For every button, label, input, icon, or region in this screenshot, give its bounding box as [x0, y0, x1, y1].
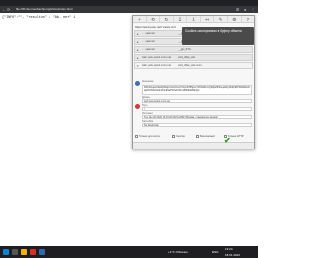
page-json-text: {"INFO":"", "resultus" : "Ab. нет" 1 — [2, 16, 76, 20]
expand-icon[interactable]: ▸ — [137, 39, 139, 45]
checkmark-icon[interactable]: ✔ — [224, 137, 231, 145]
screen: ← ⟳ file:///D:/lemmerbachpurp/photo/inde… — [0, 0, 258, 258]
app-icon[interactable] — [39, 249, 45, 255]
path-field[interactable]: / — [142, 107, 252, 111]
add-icon[interactable]: + — [133, 16, 147, 23]
menu-icon[interactable]: ⋮ — [251, 6, 255, 13]
address-url[interactable]: file:///D:/lemmerbachpurp/photo/index.ht… — [16, 6, 72, 13]
value-label: Значение — [142, 80, 154, 83]
host-only-label: Только для хоста — [139, 135, 160, 139]
chrome-icon[interactable] — [30, 249, 36, 255]
weather-text[interactable]: +1°C Облачно — [168, 246, 188, 258]
popup-footer — [133, 142, 254, 149]
delete-cookie-icon[interactable] — [135, 104, 140, 109]
cookie-row[interactable]: ▸ ... .yaar.net __gpi_ZYK... — [134, 46, 253, 53]
clock-date[interactable]: 18.01.2022 — [225, 252, 240, 258]
export-icon[interactable]: ⇩ — [187, 16, 201, 23]
edit-icon[interactable]: ✎ — [214, 16, 228, 23]
refresh-icon[interactable]: ↻ — [160, 16, 174, 23]
back-icon[interactable]: ↤ — [201, 16, 215, 23]
help-icon[interactable]: ? — [242, 16, 255, 23]
expires-field[interactable]: Tue Jan 20 2022 13:13:26 GMT+0300 (Москв… — [142, 115, 252, 119]
cookie-editor: Значение DKF32uqerKkwPp9Nqo7oxlr2rmsTXnj… — [134, 80, 253, 142]
cookie-value: xsid_d3se_sdv-mnm — [178, 64, 202, 67]
extensions-icon[interactable]: ⊞ — [236, 6, 239, 13]
popup-toolbar: + ⟲ ↻ ↧ ⇩ ↤ ✎ ⚙ ? — [133, 16, 254, 23]
start-icon[interactable] — [3, 249, 9, 255]
value-field[interactable]: DKF32uqerKkwPp9Nqo7oxlr2rmsTXnjmZ7BhjmeY… — [142, 85, 252, 95]
undo-icon[interactable]: ⟲ — [147, 16, 161, 23]
profile-icon[interactable]: ● — [244, 6, 246, 13]
collapse-icon[interactable]: ▾ — [137, 63, 139, 69]
host-only-option[interactable]: Только для хоста — [135, 135, 160, 138]
search-icon[interactable] — [12, 249, 18, 255]
edit-cookie-icon[interactable] — [135, 81, 140, 86]
cookie-value: __gpi_ZYK... — [178, 48, 193, 51]
cookie-row-selected[interactable]: ▾ web .poiu.poiu1.mnm.net xsid_d3se_sdv-… — [134, 62, 253, 69]
session-option[interactable]: Сессия — [172, 135, 185, 138]
explorer-icon[interactable] — [21, 249, 27, 255]
session-checkbox[interactable] — [172, 135, 175, 138]
samesite-select[interactable]: No Restriction — [142, 123, 252, 127]
taskbar: +1°C Облачно ENG 13:24 18.01.2022 — [0, 246, 258, 258]
tooltip-text: Cookies скопированы в буфер обмена — [185, 29, 242, 33]
site-url: https://web.poiu.net/ views.xml — [135, 25, 176, 29]
expand-icon[interactable]: ▸ — [137, 47, 139, 53]
secure-option[interactable]: Безопасный — [196, 135, 215, 138]
secure-checkbox[interactable] — [196, 135, 199, 138]
session-label: Сессия — [176, 135, 185, 139]
cookie-row[interactable]: ▸ web .poiu.poiu1.mnm.net xsid_d3se_sdv — [134, 54, 253, 61]
language-indicator[interactable]: ENG — [212, 246, 219, 258]
secure-label: Безопасный — [200, 135, 215, 139]
domain-field[interactable]: web.poiu.poiu1.mnm.net — [142, 99, 252, 103]
settings-icon[interactable]: ⚙ — [228, 16, 242, 23]
import-icon[interactable]: ↧ — [174, 16, 188, 23]
expand-icon[interactable]: ▸ — [137, 31, 139, 37]
back-icon[interactable]: ← — [2, 6, 6, 13]
reload-icon[interactable]: ⟳ — [7, 6, 10, 13]
cookie-value: xsid_d3se_sdv — [178, 56, 196, 59]
copied-tooltip: Cookies скопированы в буфер обмена — [182, 27, 254, 45]
host-only-checkbox[interactable] — [135, 135, 138, 138]
expand-icon[interactable]: ▸ — [137, 55, 139, 61]
address-bar[interactable]: ← ⟳ file:///D:/lemmerbachpurp/photo/inde… — [0, 6, 258, 13]
